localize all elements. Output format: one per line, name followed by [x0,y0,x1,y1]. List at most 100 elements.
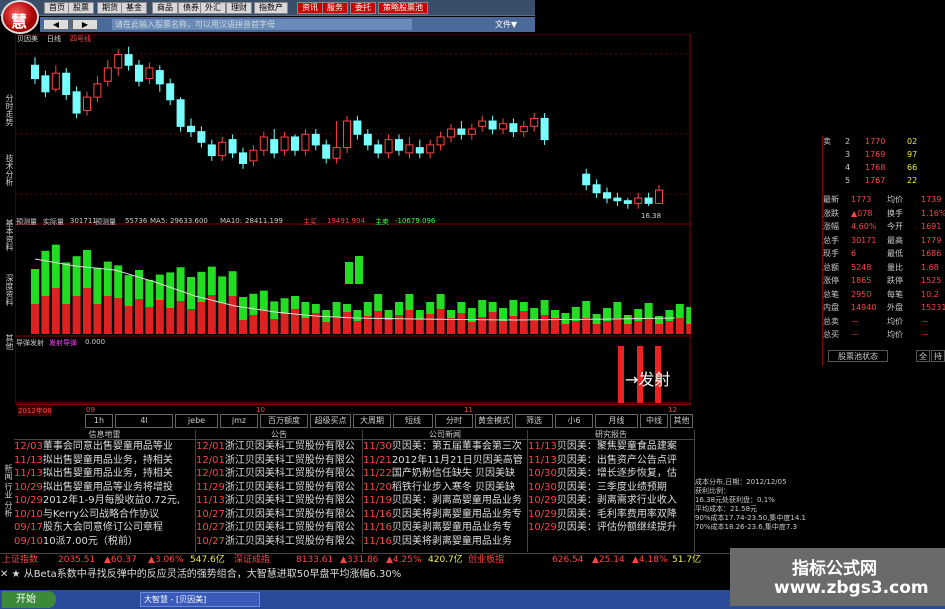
tab-12[interactable]: 月线 [595,414,638,428]
news-title[interactable]: 贝因美：剥离需求行业收入 [557,495,677,506]
news-title[interactable]: 浙江贝因美科工贸股份有限公 [225,482,355,493]
taskbar-item[interactable]: 大智慧 - [贝因美] [140,592,260,607]
ticker-item[interactable]: 深证成指 [234,554,270,567]
tab-11[interactable]: 小6 [555,414,593,428]
news-title[interactable]: 贝因美：第五届董事会第三次 [392,441,522,452]
tab-0[interactable]: 1h [85,414,113,428]
news-row[interactable]: 12/01浙江贝因美科工贸股份有限公 [196,454,362,468]
news-title[interactable]: 10派7.00元（税前） [43,536,138,547]
app-logo[interactable]: 慧 [1,0,39,34]
news-row[interactable]: 12/01浙江贝因美科工贸股份有限公 [196,467,362,481]
news-title[interactable]: 拟出售婴童用品业务，持相关 [43,455,173,466]
scroll-news[interactable]: ✕ ★ 从Beta系数中寻找反弹中的反应灵活的强势组合，大智慧进取50早盘平均涨… [0,567,730,583]
menu-item-7[interactable]: 理财 [226,2,252,14]
file-menu[interactable]: 文件▼ [495,19,517,30]
news-row[interactable]: 11/13拟出售婴童用品业务，持相关 [14,467,195,481]
news-title[interactable]: 浙江贝因美科工贸股份有限公 [225,495,355,506]
news-row[interactable]: 11/19贝因美：剥离高婴童用品业务 [363,494,527,508]
tab-3[interactable]: jmz [220,414,258,428]
news-title[interactable]: 贝因美：聚焦婴童食品建案 [557,441,677,452]
search-input[interactable]: 请在此输入股票名称，可以用汉语拼音首字母 [112,19,412,30]
news-row[interactable]: 10/29贝因美：剥离需求行业收入 [528,494,694,508]
news-title[interactable]: 2012年11月21日贝因美高管 [392,455,523,466]
tab-2[interactable]: jebe [175,414,218,428]
menu-item-10[interactable]: 服务 [322,2,348,14]
news-row[interactable]: 11/29浙江贝因美科工贸股份有限公 [196,481,362,495]
news-title[interactable]: 董事会同意出售婴童用品等业 [43,441,173,452]
news-title[interactable]: 稻铁行业步入寒冬 贝因美缺 [392,482,515,493]
tab-6[interactable]: 大周期 [353,414,391,428]
tab-9[interactable]: 黄金模式 [475,414,513,428]
news-row[interactable]: 11/13贝因美：出售资产公告点评 [528,454,694,468]
menu-item-11[interactable]: 委托 [350,2,376,14]
news-title[interactable]: 贝因美：增长逐步恢复，估 [557,468,677,479]
news-title[interactable]: 浙江贝因美科工贸股份有限公 [225,468,355,479]
news-row[interactable]: 11/13浙江贝因美科工贸股份有限公 [196,494,362,508]
menu-item-9[interactable]: 资讯 [297,2,323,14]
news-row[interactable]: 11/16贝因美剥离婴童用品业务专 [363,521,527,535]
news-row[interactable]: 10/29贝因美：评估份额继续提升 [528,521,694,535]
back-button[interactable]: ◀ [43,19,69,30]
news-title[interactable]: 贝因美：三季度业绩预期 [557,482,667,493]
news-title[interactable]: 拟出售婴童用品业务，持相关 [43,468,173,479]
news-row[interactable]: 11/22国产奶粉信任缺失 贝因美缺 [363,467,527,481]
news-title[interactable]: 浙江贝因美科工贸股份有限公 [225,441,355,452]
news-title[interactable]: 贝因美：出售资产公告点评 [557,455,677,466]
news-row[interactable]: 11/30贝因美：第五届董事会第三次 [363,440,527,454]
news-row[interactable]: 09/1010派7.00元（税前） [14,535,195,549]
start-button[interactable]: 开始 [2,591,56,608]
news-row[interactable]: 12/01浙江贝因美科工贸股份有限公 [196,440,362,454]
news-row[interactable]: 11/13贝因美：聚焦婴童食品建案 [528,440,694,454]
news-title[interactable]: 贝因美将剥离婴童用品业务专 [392,509,522,520]
tab-7[interactable]: 短线 [393,414,433,428]
tab-basic-info[interactable]: 基本资料 [0,219,14,251]
news-title[interactable]: 与Kerry公司战略合作协议 [43,509,159,520]
news-title[interactable]: 贝因美：剥离高婴童用品业务 [392,495,522,506]
news-row[interactable]: 10/27浙江贝因美科工贸股份有限公 [196,535,362,549]
stock-pool-status-button[interactable]: 股票池状态 [828,350,888,362]
tab-depth-info[interactable]: 深度资料 [0,274,14,306]
tab-other[interactable]: 其他 [0,334,14,350]
news-row[interactable]: 12/03董事会同意出售婴童用品等业 [14,440,195,454]
menu-item-6[interactable]: 外汇 [200,2,226,14]
menu-item-12[interactable]: 策略股票池 [378,2,428,14]
news-title[interactable]: 2012年1-9月每股收益0.72元, [43,495,180,506]
news-row[interactable]: 10/27浙江贝因美科工贸股份有限公 [196,508,362,522]
tab-5[interactable]: 超级买点 [310,414,351,428]
news-row[interactable]: 11/20稻铁行业步入寒冬 贝因美缺 [363,481,527,495]
forward-button[interactable]: ▶ [72,19,98,30]
tab-intraday[interactable]: 分时走势 [0,94,14,126]
news-row[interactable]: 10/30贝因美：三季度业绩预期 [528,481,694,495]
news-row[interactable]: 10/292012年1-9月每股收益0.72元, [14,494,195,508]
menu-item-8[interactable]: 指数产 [254,2,288,14]
news-row[interactable]: 10/10与Kerry公司战略合作协议 [14,508,195,522]
all-button[interactable]: 全 [916,350,930,362]
ticker-item[interactable]: 上证指数 [2,554,38,567]
tab-1[interactable]: 4l [115,414,173,428]
news-title[interactable]: 浙江贝因美科工贸股份有限公 [225,509,355,520]
menu-item-2[interactable]: 期货 [97,2,123,14]
news-title[interactable]: 浙江贝因美科工贸股份有限公 [225,536,355,547]
news-row[interactable]: 10/29贝因美：毛利率费用率双降 [528,508,694,522]
news-row[interactable]: 11/16贝因美将剥离婴童用品业务专 [363,508,527,522]
hold-button[interactable]: 持 [931,350,945,362]
news-title[interactable]: 浙江贝因美科工贸股份有限公 [225,522,355,533]
news-title[interactable]: 贝因美剥离婴童用品业务专 [392,522,512,533]
news-row[interactable]: 11/212012年11月21日贝因美高管 [363,454,527,468]
ticker-item[interactable]: 创业板指 [468,554,504,567]
tab-4[interactable]: 百万额度 [260,414,308,428]
news-title[interactable]: 浙江贝因美科工贸股份有限公 [225,455,355,466]
news-title[interactable]: 贝因美：评估份额继续提升 [557,522,677,533]
menu-item-0[interactable]: 首页 [44,2,70,14]
menu-item-4[interactable]: 商品 [152,2,178,14]
news-row[interactable]: 11/16贝因美将剥离婴童用品业务 [363,535,527,549]
tab-10[interactable]: 筛选 [515,414,553,428]
news-row[interactable]: 09/17股东大会同意修订公司章程 [14,521,195,535]
tab-14[interactable]: 其他 [670,414,693,428]
news-row[interactable]: 10/30贝因美：增长逐步恢复，估 [528,467,694,481]
news-title[interactable]: 股东大会同意修订公司章程 [43,522,163,533]
news-row[interactable]: 11/13拟出售婴童用品业务，持相关 [14,454,195,468]
menu-item-3[interactable]: 基金 [121,2,147,14]
news-title[interactable]: 贝因美将剥离婴童用品业务 [392,536,512,547]
news-row[interactable]: 10/29拟出售婴童用品等业务将增投 [14,481,195,495]
